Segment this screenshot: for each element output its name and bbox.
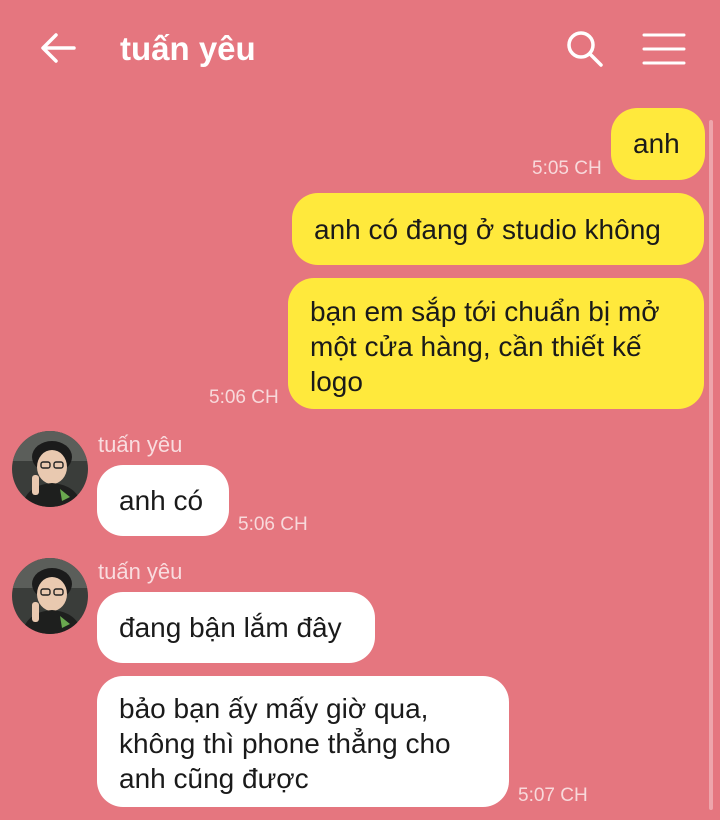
message-text: anh có đang ở studio không: [314, 214, 661, 245]
message-timestamp: 5:06 CH: [238, 514, 308, 535]
back-button[interactable]: [38, 30, 78, 66]
chat-header: tuấn yêu: [0, 0, 720, 100]
avatar[interactable]: [12, 558, 88, 634]
message-text: đang bận lắm đây: [119, 612, 342, 643]
message-bubble-received[interactable]: đang bận lắm đây: [97, 592, 375, 663]
message-timestamp: 5:05 CH: [532, 158, 602, 179]
sender-name: tuấn yêu: [98, 559, 183, 584]
message-line: anh cũng được: [119, 763, 309, 794]
message-line: không thì phone thẳng cho: [119, 728, 451, 759]
message-bubble-sent[interactable]: anh: [611, 108, 705, 180]
message-bubble-sent[interactable]: bạn em sắp tới chuẩn bị mở một cửa hàng,…: [288, 278, 704, 409]
arrow-left-icon: [41, 33, 76, 63]
message-text: anh: [633, 128, 680, 159]
avatar-photo: [12, 558, 88, 634]
avatar-photo: [12, 431, 88, 507]
message-bubble-received[interactable]: anh có: [97, 465, 229, 536]
message-bubble-sent[interactable]: anh có đang ở studio không: [292, 193, 704, 265]
message-line: logo: [310, 366, 363, 397]
message-line: bảo bạn ấy mấy giờ qua,: [119, 693, 429, 724]
message-line: một cửa hàng, cần thiết kế: [310, 331, 642, 362]
search-icon: [567, 31, 603, 67]
menu-icon: [642, 33, 686, 65]
message-bubble-received[interactable]: bảo bạn ấy mấy giờ qua, không thì phone …: [97, 676, 509, 807]
message-timestamp: 5:06 CH: [209, 387, 279, 408]
message-text: anh có: [119, 485, 204, 516]
chat-title: tuấn yêu: [120, 30, 256, 67]
message-timestamp: 5:07 CH: [518, 785, 588, 806]
menu-button[interactable]: [642, 32, 686, 66]
avatar[interactable]: [12, 431, 88, 507]
sender-name: tuấn yêu: [98, 432, 183, 457]
scrollbar[interactable]: [709, 120, 713, 810]
message-line: bạn em sắp tới chuẩn bị mở: [310, 296, 660, 327]
search-button[interactable]: [564, 28, 604, 68]
